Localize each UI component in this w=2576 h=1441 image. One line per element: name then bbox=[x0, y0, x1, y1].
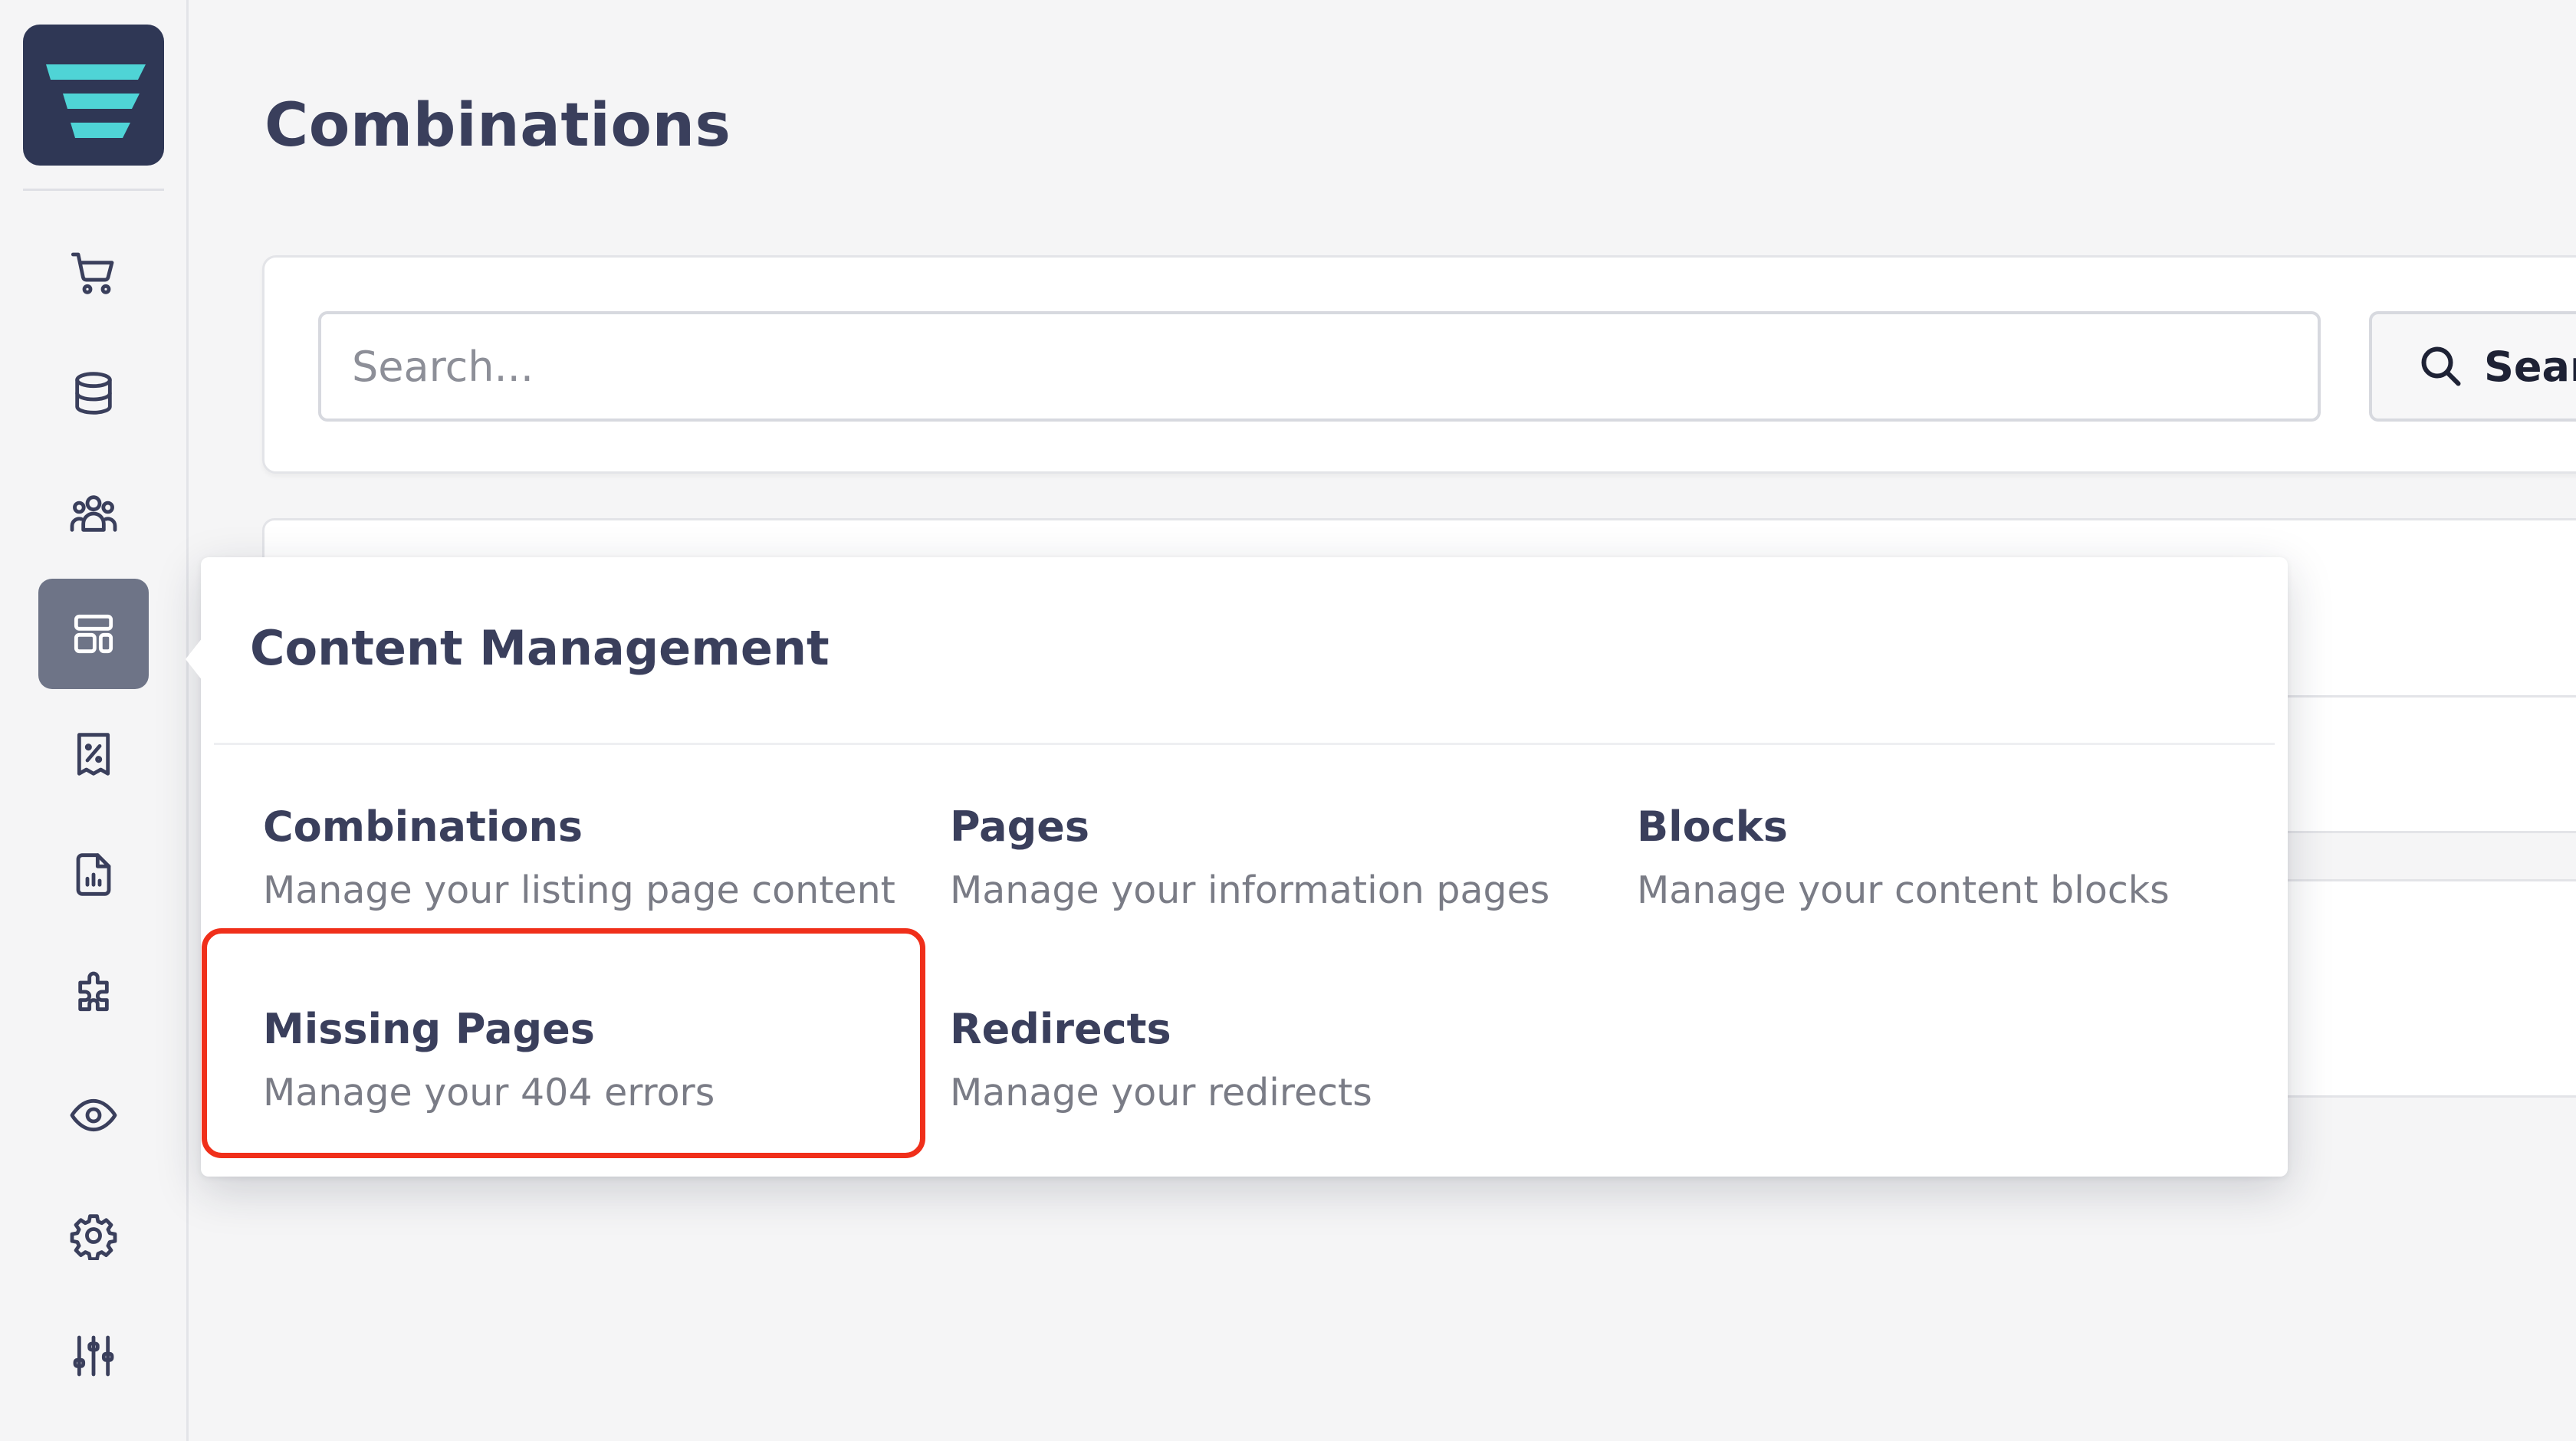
sidebar-item-reports[interactable] bbox=[38, 819, 149, 930]
page-title: Combinations bbox=[264, 91, 731, 160]
menu-item-description: Manage your content blocks bbox=[1637, 868, 2170, 912]
sidebar-item-orders[interactable] bbox=[38, 218, 149, 328]
puzzle-icon bbox=[78, 971, 109, 1012]
menu-item-description: Manage your information pages bbox=[950, 868, 1550, 912]
search-button[interactable]: Search bbox=[2369, 311, 2576, 422]
sidebar-item-preview[interactable] bbox=[38, 1060, 149, 1170]
gear-icon bbox=[70, 1214, 117, 1260]
menu-item-description: Manage your 404 errors bbox=[263, 1071, 715, 1114]
sidebar-item-content[interactable] bbox=[38, 579, 149, 689]
popover-divider bbox=[214, 743, 2275, 745]
menu-item-pages[interactable]: Pages Manage your information pages bbox=[950, 803, 1625, 994]
sidebar-item-promotions[interactable] bbox=[38, 699, 149, 809]
search-card: Search bbox=[262, 255, 2576, 474]
search-icon bbox=[2421, 346, 2461, 386]
menu-item-title: Redirects bbox=[950, 1005, 1171, 1053]
menu-item-description: Manage your redirects bbox=[950, 1071, 1372, 1114]
cart-icon bbox=[71, 252, 114, 294]
search-button-label: Search bbox=[2484, 342, 2576, 391]
sliders-icon bbox=[73, 1335, 114, 1377]
popover-title: Content Management bbox=[250, 620, 830, 676]
menu-item-redirects[interactable]: Redirects Manage your redirects bbox=[950, 1005, 1625, 1196]
search-input[interactable] bbox=[318, 311, 2321, 422]
sidebar-item-extensions[interactable] bbox=[38, 940, 149, 1050]
menu-item-blocks[interactable]: Blocks Manage your content blocks bbox=[1637, 803, 2312, 994]
popover-arrow bbox=[186, 638, 202, 681]
menu-item-title: Missing Pages bbox=[263, 1005, 595, 1053]
menu-item-description: Manage your listing page content bbox=[263, 868, 895, 912]
brand-logo[interactable] bbox=[23, 25, 164, 166]
sidebar-item-catalog[interactable] bbox=[38, 338, 149, 448]
menu-item-title: Combinations bbox=[263, 803, 583, 851]
database-icon bbox=[75, 372, 112, 415]
menu-item-combinations[interactable]: Combinations Manage your listing page co… bbox=[263, 803, 938, 994]
sidebar-item-settings[interactable] bbox=[38, 1180, 149, 1291]
menu-item-missing-pages[interactable]: Missing Pages Manage your 404 errors bbox=[202, 928, 938, 1196]
users-group-icon bbox=[70, 495, 117, 532]
sidebar bbox=[0, 0, 189, 1441]
brand-logo-icon bbox=[46, 64, 146, 138]
sidebar-divider bbox=[23, 189, 164, 191]
sidebar-item-customers[interactable] bbox=[38, 458, 149, 569]
eye-icon bbox=[70, 1098, 117, 1132]
layout-icon bbox=[74, 614, 113, 654]
report-file-icon bbox=[76, 853, 111, 896]
receipt-percent-icon bbox=[77, 733, 110, 776]
menu-item-title: Pages bbox=[950, 803, 1089, 851]
content-management-popover: Content Management Combinations Manage y… bbox=[186, 557, 2288, 1177]
menu-item-title: Blocks bbox=[1637, 803, 1788, 851]
sidebar-item-configuration[interactable] bbox=[38, 1301, 149, 1411]
